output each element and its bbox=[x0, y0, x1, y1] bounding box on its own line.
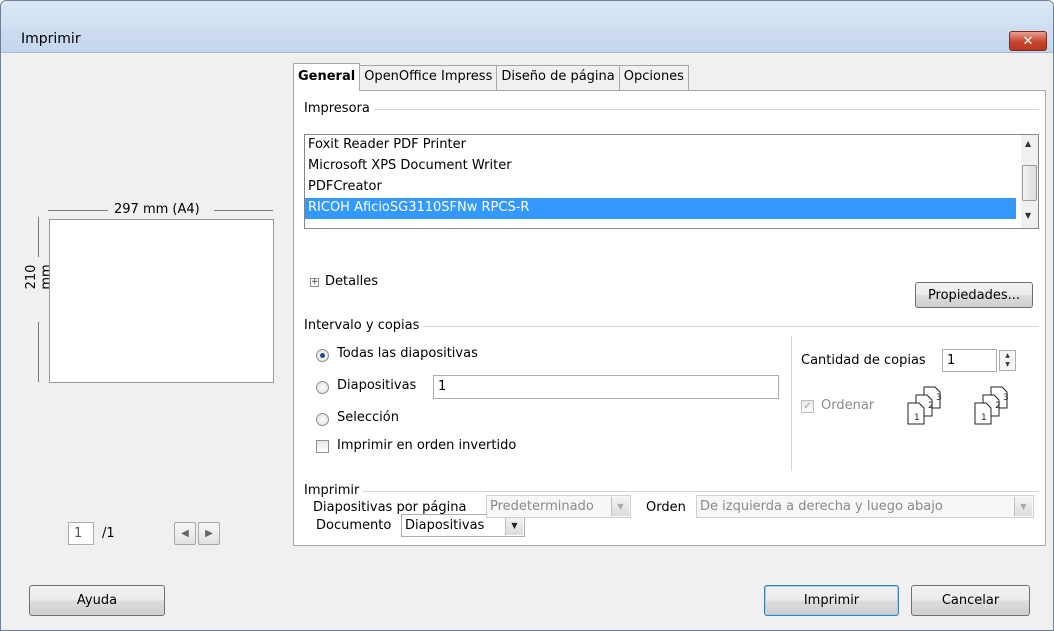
order-label: Orden bbox=[646, 500, 686, 515]
copies-spinner[interactable]: ▲ ▼ bbox=[999, 350, 1016, 371]
page-total: /1 bbox=[102, 526, 115, 541]
slides-per-page-label: Diapositivas por página bbox=[313, 500, 467, 515]
general-tab-panel: Impresora Foxit Reader PDF Printer Micro… bbox=[293, 90, 1046, 546]
tab-page-layout[interactable]: Diseño de página bbox=[496, 65, 620, 90]
close-icon: ✕ bbox=[1022, 33, 1034, 49]
scroll-up-icon[interactable]: ▲ bbox=[1025, 139, 1031, 148]
svg-text:2: 2 bbox=[995, 401, 1001, 411]
range-group-label: Intervalo y copias bbox=[304, 318, 424, 333]
chevron-down-icon: ▼ bbox=[505, 516, 523, 535]
height-dimension: 210 mm bbox=[24, 217, 54, 382]
order-select-value: De izquierda a derecha y luego abajo bbox=[700, 499, 943, 514]
svg-text:1: 1 bbox=[981, 413, 987, 423]
tab-openoffice-impress[interactable]: OpenOffice Impress bbox=[359, 65, 498, 90]
width-label: 297 mm (A4) bbox=[114, 202, 200, 217]
group-separator bbox=[304, 109, 1039, 110]
printer-item-selected[interactable]: RICOH AficioSG3110SFNw RPCS-R bbox=[305, 198, 1016, 219]
scroll-down-icon[interactable]: ▼ bbox=[1025, 211, 1031, 220]
vertical-divider bbox=[791, 336, 792, 471]
window-title: Imprimir bbox=[21, 31, 81, 47]
title-bar: Imprimir ✕ bbox=[1, 1, 1053, 53]
properties-button[interactable]: Propiedades... bbox=[915, 282, 1033, 308]
group-separator bbox=[304, 491, 1039, 492]
slides-per-page-value: Predeterminado bbox=[490, 499, 594, 514]
collate-pages-icon: 321 bbox=[974, 386, 1009, 425]
all-slides-label[interactable]: Todas las diapositivas bbox=[337, 346, 478, 361]
details-label[interactable]: Detalles bbox=[325, 274, 378, 289]
close-button[interactable]: ✕ bbox=[1009, 31, 1047, 51]
document-label: Documento bbox=[316, 518, 392, 533]
page-number-input[interactable]: 1 bbox=[68, 522, 94, 545]
collate-pages-icon: 321 bbox=[907, 386, 942, 425]
reverse-order-label[interactable]: Imprimir en orden invertido bbox=[337, 438, 516, 453]
dimension-line bbox=[214, 210, 273, 211]
printer-list[interactable]: Foxit Reader PDF Printer Microsoft XPS D… bbox=[304, 134, 1039, 229]
svg-text:2: 2 bbox=[928, 401, 934, 411]
cancel-button[interactable]: Cancelar bbox=[911, 585, 1030, 616]
next-page-button[interactable]: ▶ bbox=[198, 522, 220, 545]
tab-options[interactable]: Opciones bbox=[618, 65, 689, 90]
copies-input[interactable]: 1 bbox=[942, 349, 997, 372]
all-slides-radio[interactable] bbox=[316, 349, 329, 362]
arrow-left-icon: ◀ bbox=[181, 528, 189, 539]
selection-radio[interactable] bbox=[316, 413, 329, 426]
chevron-down-icon: ▼ bbox=[611, 497, 629, 516]
preview-pane: 297 mm (A4) 210 mm 1 /1 ◀ ▶ bbox=[8, 62, 287, 552]
svg-text:3: 3 bbox=[1003, 393, 1009, 403]
arrow-right-icon: ▶ bbox=[205, 528, 213, 539]
help-button[interactable]: Ayuda bbox=[29, 585, 165, 616]
print-group-label: Imprimir bbox=[304, 483, 364, 498]
svg-text:3: 3 bbox=[936, 393, 942, 403]
tab-bar: General OpenOffice Impress Diseño de pág… bbox=[293, 63, 689, 91]
print-button[interactable]: Imprimir bbox=[764, 585, 899, 616]
scroll-thumb[interactable] bbox=[1022, 165, 1037, 201]
width-dimension: 297 mm (A4) bbox=[48, 200, 273, 220]
tab-general[interactable]: General bbox=[293, 63, 361, 91]
printer-item[interactable]: PDFCreator bbox=[305, 177, 1016, 198]
copies-label: Cantidad de copias bbox=[801, 353, 926, 368]
slides-radio[interactable] bbox=[316, 381, 329, 394]
chevron-down-icon: ▼ bbox=[1014, 497, 1032, 516]
previous-page-button[interactable]: ◀ bbox=[174, 522, 196, 545]
dialog-body: 297 mm (A4) 210 mm 1 /1 ◀ ▶ General Open… bbox=[8, 54, 1047, 622]
printer-list-scrollbar[interactable]: ▲ ▼ bbox=[1021, 135, 1038, 228]
svg-text:1: 1 bbox=[914, 413, 920, 423]
slides-range-input[interactable]: 1 bbox=[433, 375, 779, 399]
collate-label: Ordenar bbox=[821, 398, 875, 413]
order-select[interactable]: De izquierda a derecha y luego abajo ▼ bbox=[696, 495, 1034, 518]
printer-item[interactable]: Microsoft XPS Document Writer bbox=[305, 156, 1016, 177]
dimension-line bbox=[48, 210, 108, 211]
printer-item[interactable]: Foxit Reader PDF Printer bbox=[305, 135, 1016, 156]
collate-checkbox[interactable]: ✓ bbox=[801, 400, 814, 413]
expand-icon[interactable]: + bbox=[310, 278, 319, 287]
reverse-order-checkbox[interactable] bbox=[316, 440, 329, 453]
dimension-line bbox=[38, 217, 39, 257]
print-dialog: Imprimir ✕ 297 mm (A4) 210 mm 1 /1 ◀ ▶ G… bbox=[0, 0, 1054, 631]
slides-label[interactable]: Diapositivas bbox=[337, 378, 416, 393]
printer-group-label: Impresora bbox=[304, 101, 374, 116]
page-preview bbox=[49, 219, 274, 383]
selection-label[interactable]: Selección bbox=[337, 410, 399, 425]
dimension-line bbox=[38, 322, 39, 382]
slides-per-page-select[interactable]: Predeterminado ▼ bbox=[486, 495, 631, 518]
document-select-value: Diapositivas bbox=[405, 518, 485, 533]
